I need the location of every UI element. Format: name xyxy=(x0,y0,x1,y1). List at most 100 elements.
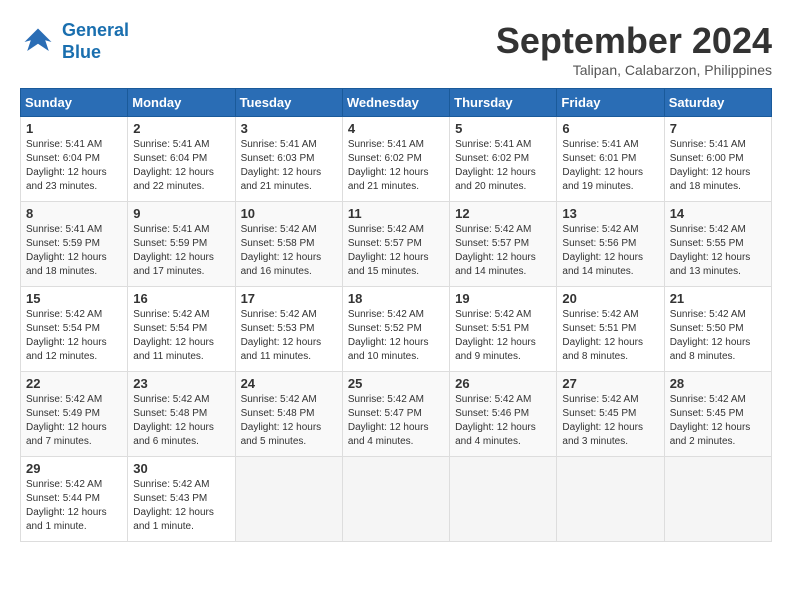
day-info: Sunrise: 5:41 AMSunset: 6:03 PMDaylight:… xyxy=(241,138,337,194)
day-header: Sunday xyxy=(21,89,128,117)
calendar-cell xyxy=(664,457,771,542)
logo-text: General Blue xyxy=(62,20,129,63)
day-number: 5 xyxy=(455,121,551,136)
day-info: Sunrise: 5:42 AMSunset: 5:57 PMDaylight:… xyxy=(348,223,444,279)
day-info: Sunrise: 5:42 AMSunset: 5:56 PMDaylight:… xyxy=(562,223,658,279)
day-number: 13 xyxy=(562,206,658,221)
calendar-cell: 12Sunrise: 5:42 AMSunset: 5:57 PMDayligh… xyxy=(450,202,557,287)
day-info: Sunrise: 5:42 AMSunset: 5:48 PMDaylight:… xyxy=(241,393,337,449)
calendar-cell: 23 Sunrise: 5:42 AMSunset: 5:48 PMDayligh… xyxy=(128,372,235,457)
calendar-cell: 15 Sunrise: 5:42 AMSunset: 5:54 PMDayligh… xyxy=(21,287,128,372)
calendar-cell: 7Sunrise: 5:41 AMSunset: 6:00 PMDaylight… xyxy=(664,117,771,202)
logo-line2: Blue xyxy=(62,42,101,62)
calendar-cell: 30Sunrise: 5:42 AMSunset: 5:43 PMDayligh… xyxy=(128,457,235,542)
calendar-cell: 17Sunrise: 5:42 AMSunset: 5:53 PMDayligh… xyxy=(235,287,342,372)
day-number: 1 xyxy=(26,121,122,136)
day-info: Sunrise: 5:42 AMSunset: 5:52 PMDaylight:… xyxy=(348,308,444,364)
day-number: 11 xyxy=(348,206,444,221)
day-number: 20 xyxy=(562,291,658,306)
day-info: Sunrise: 5:42 AMSunset: 5:45 PMDaylight:… xyxy=(670,393,766,449)
calendar-cell: 13 Sunrise: 5:42 AMSunset: 5:56 PMDayligh… xyxy=(557,202,664,287)
day-info: Sunrise: 5:42 AMSunset: 5:49 PMDaylight:… xyxy=(26,393,122,449)
day-number: 6 xyxy=(562,121,658,136)
calendar-cell xyxy=(450,457,557,542)
day-number: 16 xyxy=(133,291,229,306)
day-number: 21 xyxy=(670,291,766,306)
logo: General Blue xyxy=(20,20,129,63)
day-info: Sunrise: 5:41 AMSunset: 6:04 PMDaylight:… xyxy=(26,138,122,194)
day-number: 19 xyxy=(455,291,551,306)
calendar-cell: 24 Sunrise: 5:42 AMSunset: 5:48 PMDayligh… xyxy=(235,372,342,457)
day-info: Sunrise: 5:41 AMSunset: 6:00 PMDaylight:… xyxy=(670,138,766,194)
day-number: 9 xyxy=(133,206,229,221)
day-info: Sunrise: 5:42 AMSunset: 5:54 PMDaylight:… xyxy=(26,308,122,364)
logo-line1: General xyxy=(62,20,129,40)
calendar-week-row: 29 Sunrise: 5:42 AMSunset: 5:44 PMDayligh… xyxy=(21,457,772,542)
day-info: Sunrise: 5:42 AMSunset: 5:44 PMDaylight:… xyxy=(26,478,122,534)
header: General Blue September 2024 Talipan, Cal… xyxy=(20,20,772,78)
day-info: Sunrise: 5:41 AMSunset: 5:59 PMDaylight:… xyxy=(133,223,229,279)
day-info: Sunrise: 5:41 AMSunset: 6:02 PMDaylight:… xyxy=(455,138,551,194)
calendar-cell: 5 Sunrise: 5:41 AMSunset: 6:02 PMDaylight… xyxy=(450,117,557,202)
calendar-cell: 27 Sunrise: 5:42 AMSunset: 5:45 PMDayligh… xyxy=(557,372,664,457)
calendar-cell: 19 Sunrise: 5:42 AMSunset: 5:51 PMDayligh… xyxy=(450,287,557,372)
day-number: 4 xyxy=(348,121,444,136)
calendar-cell: 6 Sunrise: 5:41 AMSunset: 6:01 PMDaylight… xyxy=(557,117,664,202)
day-number: 15 xyxy=(26,291,122,306)
calendar-cell: 25Sunrise: 5:42 AMSunset: 5:47 PMDayligh… xyxy=(342,372,449,457)
calendar-cell: 8Sunrise: 5:41 AMSunset: 5:59 PMDaylight… xyxy=(21,202,128,287)
calendar-cell: 26 Sunrise: 5:42 AMSunset: 5:46 PMDayligh… xyxy=(450,372,557,457)
calendar-cell: 11 Sunrise: 5:42 AMSunset: 5:57 PMDayligh… xyxy=(342,202,449,287)
calendar-cell: 16Sunrise: 5:42 AMSunset: 5:54 PMDayligh… xyxy=(128,287,235,372)
day-number: 27 xyxy=(562,376,658,391)
day-number: 29 xyxy=(26,461,122,476)
calendar-cell xyxy=(557,457,664,542)
day-number: 2 xyxy=(133,121,229,136)
day-number: 26 xyxy=(455,376,551,391)
day-number: 18 xyxy=(348,291,444,306)
location: Talipan, Calabarzon, Philippines xyxy=(496,62,772,78)
day-number: 17 xyxy=(241,291,337,306)
calendar-week-row: 1 Sunrise: 5:41 AMSunset: 6:04 PMDaylight… xyxy=(21,117,772,202)
day-header: Thursday xyxy=(450,89,557,117)
calendar-cell: 28 Sunrise: 5:42 AMSunset: 5:45 PMDayligh… xyxy=(664,372,771,457)
day-info: Sunrise: 5:42 AMSunset: 5:45 PMDaylight:… xyxy=(562,393,658,449)
calendar-cell: 14Sunrise: 5:42 AMSunset: 5:55 PMDayligh… xyxy=(664,202,771,287)
day-info: Sunrise: 5:41 AMSunset: 6:04 PMDaylight:… xyxy=(133,138,229,194)
day-number: 3 xyxy=(241,121,337,136)
calendar-cell: 22 Sunrise: 5:42 AMSunset: 5:49 PMDayligh… xyxy=(21,372,128,457)
calendar-cell: 2 Sunrise: 5:41 AMSunset: 6:04 PMDaylight… xyxy=(128,117,235,202)
day-info: Sunrise: 5:42 AMSunset: 5:58 PMDaylight:… xyxy=(241,223,337,279)
calendar-cell: 20 Sunrise: 5:42 AMSunset: 5:51 PMDayligh… xyxy=(557,287,664,372)
logo-icon xyxy=(20,24,56,60)
day-info: Sunrise: 5:42 AMSunset: 5:51 PMDaylight:… xyxy=(562,308,658,364)
day-header: Monday xyxy=(128,89,235,117)
day-info: Sunrise: 5:41 AMSunset: 6:01 PMDaylight:… xyxy=(562,138,658,194)
day-number: 30 xyxy=(133,461,229,476)
day-number: 23 xyxy=(133,376,229,391)
day-info: Sunrise: 5:42 AMSunset: 5:50 PMDaylight:… xyxy=(670,308,766,364)
calendar-cell: 29 Sunrise: 5:42 AMSunset: 5:44 PMDayligh… xyxy=(21,457,128,542)
calendar-week-row: 8 Sunrise: 5:41 AMSunset: 5:59 PMDaylight… xyxy=(21,202,772,287)
day-info: Sunrise: 5:42 AMSunset: 5:48 PMDaylight:… xyxy=(133,393,229,449)
day-header: Saturday xyxy=(664,89,771,117)
day-info: Sunrise: 5:41 AMSunset: 6:02 PMDaylight:… xyxy=(348,138,444,194)
day-info: Sunrise: 5:42 AMSunset: 5:46 PMDaylight:… xyxy=(455,393,551,449)
day-info: Sunrise: 5:42 AMSunset: 5:57 PMDaylight:… xyxy=(455,223,551,279)
calendar-cell: 9 Sunrise: 5:41 AMSunset: 5:59 PMDaylight… xyxy=(128,202,235,287)
calendar-cell: 18 Sunrise: 5:42 AMSunset: 5:52 PMDayligh… xyxy=(342,287,449,372)
day-number: 28 xyxy=(670,376,766,391)
header-row: SundayMondayTuesdayWednesdayThursdayFrid… xyxy=(21,89,772,117)
calendar-cell: 21 Sunrise: 5:42 AMSunset: 5:50 PMDayligh… xyxy=(664,287,771,372)
day-number: 10 xyxy=(241,206,337,221)
day-info: Sunrise: 5:42 AMSunset: 5:55 PMDaylight:… xyxy=(670,223,766,279)
day-number: 8 xyxy=(26,206,122,221)
day-info: Sunrise: 5:42 AMSunset: 5:51 PMDaylight:… xyxy=(455,308,551,364)
calendar-week-row: 15 Sunrise: 5:42 AMSunset: 5:54 PMDayligh… xyxy=(21,287,772,372)
day-header: Tuesday xyxy=(235,89,342,117)
calendar-cell: 10 Sunrise: 5:42 AMSunset: 5:58 PMDayligh… xyxy=(235,202,342,287)
day-number: 25 xyxy=(348,376,444,391)
day-number: 22 xyxy=(26,376,122,391)
calendar-week-row: 22 Sunrise: 5:42 AMSunset: 5:49 PMDayligh… xyxy=(21,372,772,457)
day-number: 24 xyxy=(241,376,337,391)
